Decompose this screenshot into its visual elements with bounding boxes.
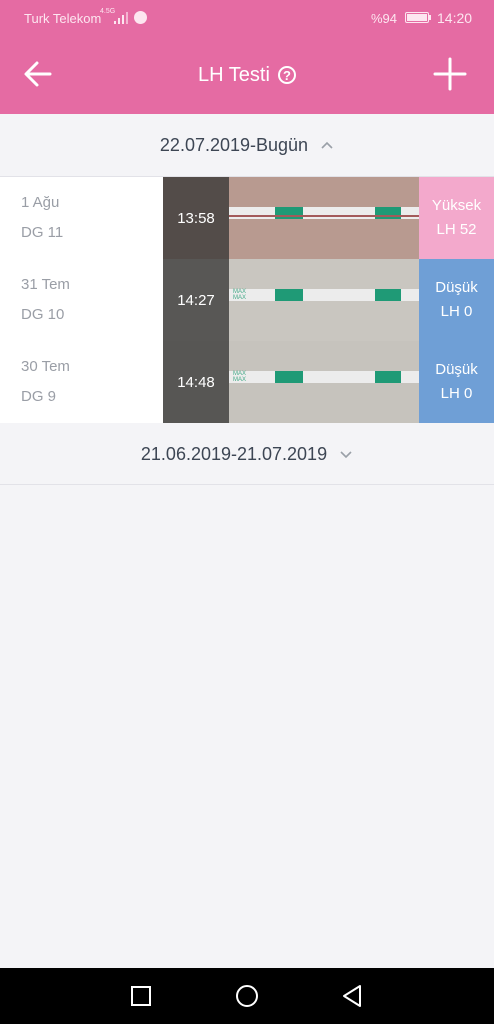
group-header-current[interactable]: 22.07.2019-Bugün: [0, 114, 494, 176]
test-time: 14:48: [163, 341, 229, 423]
result-badge: Yüksek LH 52: [419, 177, 494, 259]
result-badge: Düşük LH 0: [419, 341, 494, 423]
chevron-up-icon: [321, 141, 333, 149]
test-time: 14:27: [163, 259, 229, 341]
signal-icon: [114, 12, 128, 24]
entry-date: 31 Tem: [21, 276, 70, 293]
status-time: 14:20: [437, 10, 473, 26]
lh-value: LH 0: [440, 385, 473, 402]
entry-cycle-day: DG 11: [21, 224, 64, 241]
list-item[interactable]: 30 Tem DG 9 MAX MAX 14:48 Düşük LH 0: [0, 341, 494, 423]
entry-cycle-day: DG 10: [21, 306, 65, 323]
back-triangle-icon[interactable]: [338, 982, 366, 1010]
result-badge: Düşük LH 0: [419, 259, 494, 341]
result-label: Düşük: [435, 279, 478, 296]
list-item[interactable]: 1 Ağu DG 11 13:58 Yüksek LH 52: [0, 177, 494, 259]
entry-cycle-day: DG 9: [21, 388, 57, 405]
network-type: 4.5G: [100, 8, 116, 15]
entry-date: 30 Tem: [21, 358, 70, 375]
chevron-down-icon: [340, 451, 352, 459]
battery-icon: [405, 12, 429, 23]
lh-value: LH 52: [436, 221, 477, 238]
test-strip-photo: MAX MAX 14:27 Düşük LH 0: [163, 259, 494, 341]
group-header-previous[interactable]: 21.06.2019-21.07.2019: [0, 423, 494, 485]
result-label: Düşük: [435, 361, 478, 378]
list-item[interactable]: 31 Tem DG 10 MAX MAX 14:27 Düşük LH 0: [0, 259, 494, 341]
plus-icon[interactable]: [430, 54, 470, 94]
location-icon: [134, 11, 147, 24]
system-nav-bar: [0, 968, 494, 1024]
test-strip-photo: 13:58 Yüksek LH 52: [163, 177, 494, 259]
page-title: LH Testi: [198, 63, 270, 86]
test-time: 13:58: [163, 177, 229, 259]
entry-date: 1 Ağu: [21, 194, 60, 211]
carrier-name: Turk Telekom: [24, 11, 102, 26]
group-label: 22.07.2019-Bugün: [159, 134, 309, 155]
battery-percent: %94: [371, 11, 398, 26]
recent-apps-icon[interactable]: [127, 982, 155, 1010]
help-icon[interactable]: ?: [277, 66, 296, 84]
home-icon[interactable]: [233, 982, 261, 1010]
toolbar: LH Testi ?: [0, 36, 494, 114]
test-strip-photo: MAX MAX 14:48 Düşük LH 0: [163, 341, 494, 423]
result-label: Yüksek: [431, 197, 482, 214]
lh-value: LH 0: [440, 303, 473, 320]
group-label: 21.06.2019-21.07.2019: [140, 443, 328, 464]
status-bar: Turk Telekom 4.5G %94 14:20: [0, 0, 494, 36]
app-header-background: Turk Telekom 4.5G %94 14:20 LH Testi ?: [0, 0, 494, 114]
